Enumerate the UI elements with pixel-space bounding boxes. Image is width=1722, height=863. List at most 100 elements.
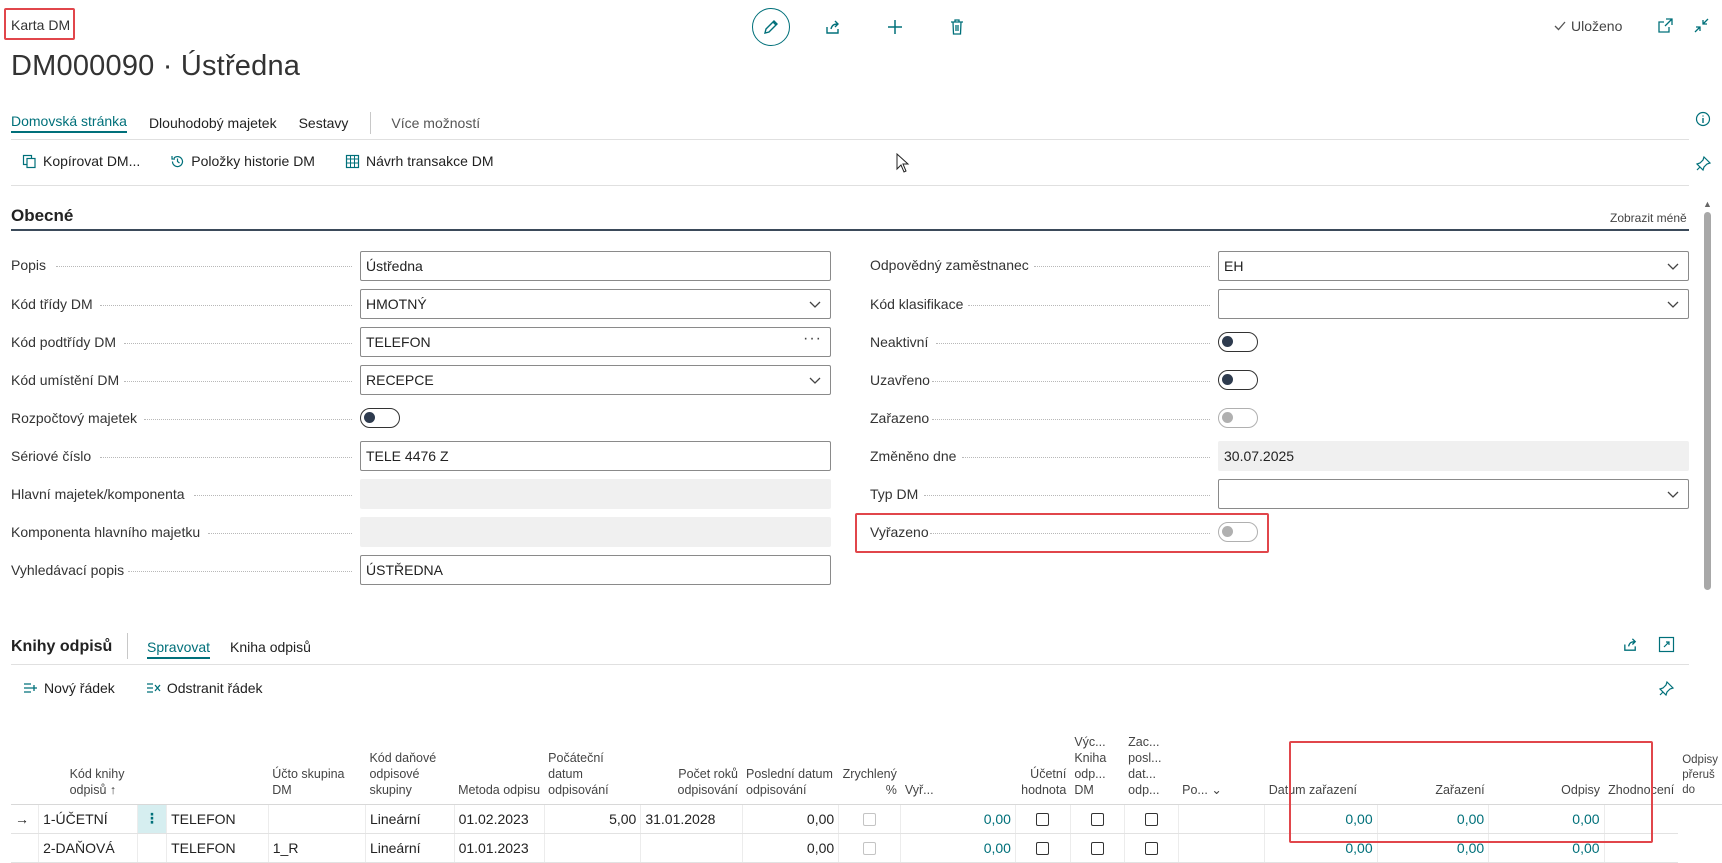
zac-checkbox[interactable]: [1090, 813, 1104, 827]
pin-action-bar-button[interactable]: [1695, 155, 1712, 175]
col-ucto[interactable]: Účto skupina DM: [268, 712, 366, 805]
rozpoctovy-toggle[interactable]: [360, 408, 400, 428]
cell-zhodnoceni[interactable]: 0,00: [1488, 833, 1605, 863]
po-checkbox[interactable]: [1144, 842, 1158, 856]
books-share-button[interactable]: [1622, 636, 1639, 656]
pin-books-bar-button[interactable]: [1658, 680, 1675, 700]
vych-checkbox[interactable]: [1036, 813, 1050, 827]
zac-checkbox[interactable]: [1090, 842, 1104, 856]
col-posledni[interactable]: Poslední datum odpisování: [742, 712, 839, 805]
col-zarazeni[interactable]: Zařazení: [1377, 712, 1489, 805]
uzavreno-toggle[interactable]: [1218, 370, 1258, 390]
cell-kod[interactable]: 1-ÚČETNÍ: [38, 804, 138, 834]
info-button[interactable]: [1695, 111, 1711, 130]
col-pocet[interactable]: Počet roků odpisování: [640, 712, 742, 805]
col-po[interactable]: Po... ⌄: [1178, 712, 1265, 805]
cell-pocatecni[interactable]: 01.02.2023: [453, 804, 545, 834]
cell-ucto[interactable]: TELEFON: [166, 804, 269, 834]
scrollbar-thumb[interactable]: [1704, 212, 1711, 590]
cell-pocet[interactable]: [543, 833, 641, 863]
cell-prerus[interactable]: [1603, 833, 1679, 863]
show-less-link[interactable]: Zobrazit méně: [1610, 211, 1687, 225]
row-menu-button[interactable]: ⋮: [136, 804, 167, 834]
lookup-ellipsis-icon[interactable]: ···: [803, 330, 822, 348]
col-pocatecni[interactable]: Počáteční datum odpisování: [544, 712, 641, 805]
col-datum[interactable]: Datum zařazení: [1264, 712, 1378, 805]
zamestnanec-select[interactable]: EH: [1218, 251, 1689, 281]
col-kod[interactable]: Kód knihy odpisů ↑: [38, 712, 167, 805]
new-button[interactable]: [876, 8, 914, 46]
cell-zac[interactable]: [1069, 804, 1125, 834]
table-row[interactable]: → 1-ÚČETNÍ ⋮ TELEFON Lineární 01.02.2023…: [11, 804, 1722, 834]
cell-metoda[interactable]: Lineární: [364, 833, 455, 863]
col-odpisy[interactable]: Odpisy: [1488, 712, 1605, 805]
cell-zhodnoceni[interactable]: 0,00: [1488, 804, 1605, 834]
cell-posledni[interactable]: [640, 833, 742, 863]
cell-posledni[interactable]: 31.01.2028: [640, 804, 742, 834]
tab-manage[interactable]: Spravovat: [147, 639, 211, 659]
cell-metoda[interactable]: Lineární: [364, 804, 455, 834]
po-checkbox[interactable]: [1144, 813, 1158, 827]
col-vych[interactable]: Výc... Kniha odp... DM: [1070, 712, 1125, 805]
cell-odpisy[interactable]: 0,00: [1376, 833, 1489, 863]
col-zac[interactable]: Zac... posl... dat... odp...: [1124, 712, 1179, 805]
klasifikace-select[interactable]: [1218, 289, 1689, 319]
cell-zarazeni[interactable]: 0,00: [1264, 804, 1378, 834]
new-row-action[interactable]: Nový řádek: [22, 680, 115, 696]
tab-reports[interactable]: Sestavy: [299, 115, 349, 131]
cell-datum[interactable]: [1177, 833, 1265, 863]
cell-po[interactable]: [1123, 804, 1179, 834]
col-prerus[interactable]: Odpisy přeruš do: [1678, 712, 1722, 805]
cell-pocet[interactable]: 5,00: [543, 804, 641, 834]
cell-po[interactable]: [1123, 833, 1179, 863]
col-zhodnoceni[interactable]: Zhodnocení: [1604, 712, 1679, 805]
cell-zarazeni[interactable]: 0,00: [1264, 833, 1378, 863]
cell-vych[interactable]: [1014, 804, 1071, 834]
cell-prerus[interactable]: [1603, 804, 1679, 834]
books-expand-button[interactable]: [1658, 636, 1675, 656]
col-dan[interactable]: Kód daňové odpisové skupiny: [365, 712, 455, 805]
cell-ucetni[interactable]: 0,00: [900, 804, 1016, 834]
scroll-up-arrow[interactable]: ▲: [1703, 199, 1712, 209]
popis-input[interactable]: Ústředna: [360, 251, 831, 281]
neaktivni-toggle[interactable]: [1218, 332, 1258, 352]
delete-row-action[interactable]: Odstranit řádek: [145, 680, 263, 696]
col-vyr[interactable]: Vyř...: [900, 712, 1016, 805]
more-options[interactable]: Více možností: [391, 115, 480, 131]
delete-button[interactable]: [938, 8, 976, 46]
seriove-input[interactable]: TELE 4476 Z: [360, 441, 831, 471]
cell-zrychleny[interactable]: 0,00: [741, 804, 839, 834]
collapse-button[interactable]: [1693, 17, 1710, 37]
cell-pocatecni[interactable]: 01.01.2023: [453, 833, 545, 863]
open-new-window-button[interactable]: [1657, 17, 1674, 37]
cell-kod[interactable]: 2-DAŇOVÁ: [38, 833, 138, 863]
edit-button[interactable]: [752, 8, 790, 46]
cell-odpisy[interactable]: 0,00: [1376, 804, 1489, 834]
cell-zac[interactable]: [1069, 833, 1125, 863]
table-row[interactable]: 2-DAŇOVÁ TELEFON 1_R Lineární 01.01.2023…: [11, 833, 1722, 863]
cell-datum[interactable]: [1177, 804, 1265, 834]
transaction-proposal-action[interactable]: Návrh transakce DM: [345, 153, 494, 169]
share-button[interactable]: [814, 8, 852, 46]
history-entries-action[interactable]: Položky historie DM: [170, 153, 315, 169]
trida-select[interactable]: HMOTNÝ: [360, 289, 831, 319]
col-zrychleny[interactable]: Zrychlený %: [838, 712, 901, 805]
vych-checkbox[interactable]: [1036, 842, 1050, 856]
cell-zrychleny[interactable]: 0,00: [741, 833, 839, 863]
cell-ucetni[interactable]: 0,00: [900, 833, 1016, 863]
typ-select[interactable]: [1218, 479, 1689, 509]
umisteni-select[interactable]: RECEPCE: [360, 365, 831, 395]
col-metoda[interactable]: Metoda odpisu: [454, 712, 545, 805]
col-ucetni[interactable]: Účetní hodnota: [1015, 712, 1071, 805]
tab-depreciation-book[interactable]: Kniha odpisů: [230, 639, 311, 655]
copy-asset-action[interactable]: Kopírovat DM...: [22, 153, 140, 169]
podtrida-input[interactable]: TELEFON ···: [360, 327, 831, 357]
vyhledavaci-input[interactable]: ÚSTŘEDNA: [360, 555, 831, 585]
tab-home[interactable]: Domovská stránka: [11, 113, 127, 133]
cell-ucto[interactable]: TELEFON: [166, 833, 269, 863]
cell-vych[interactable]: [1014, 833, 1071, 863]
cell-dan[interactable]: [267, 804, 366, 834]
section-general-title[interactable]: Obecné: [11, 206, 73, 226]
cell-dan[interactable]: 1_R: [267, 833, 366, 863]
tab-fixed-asset[interactable]: Dlouhodobý majetek: [149, 115, 277, 131]
